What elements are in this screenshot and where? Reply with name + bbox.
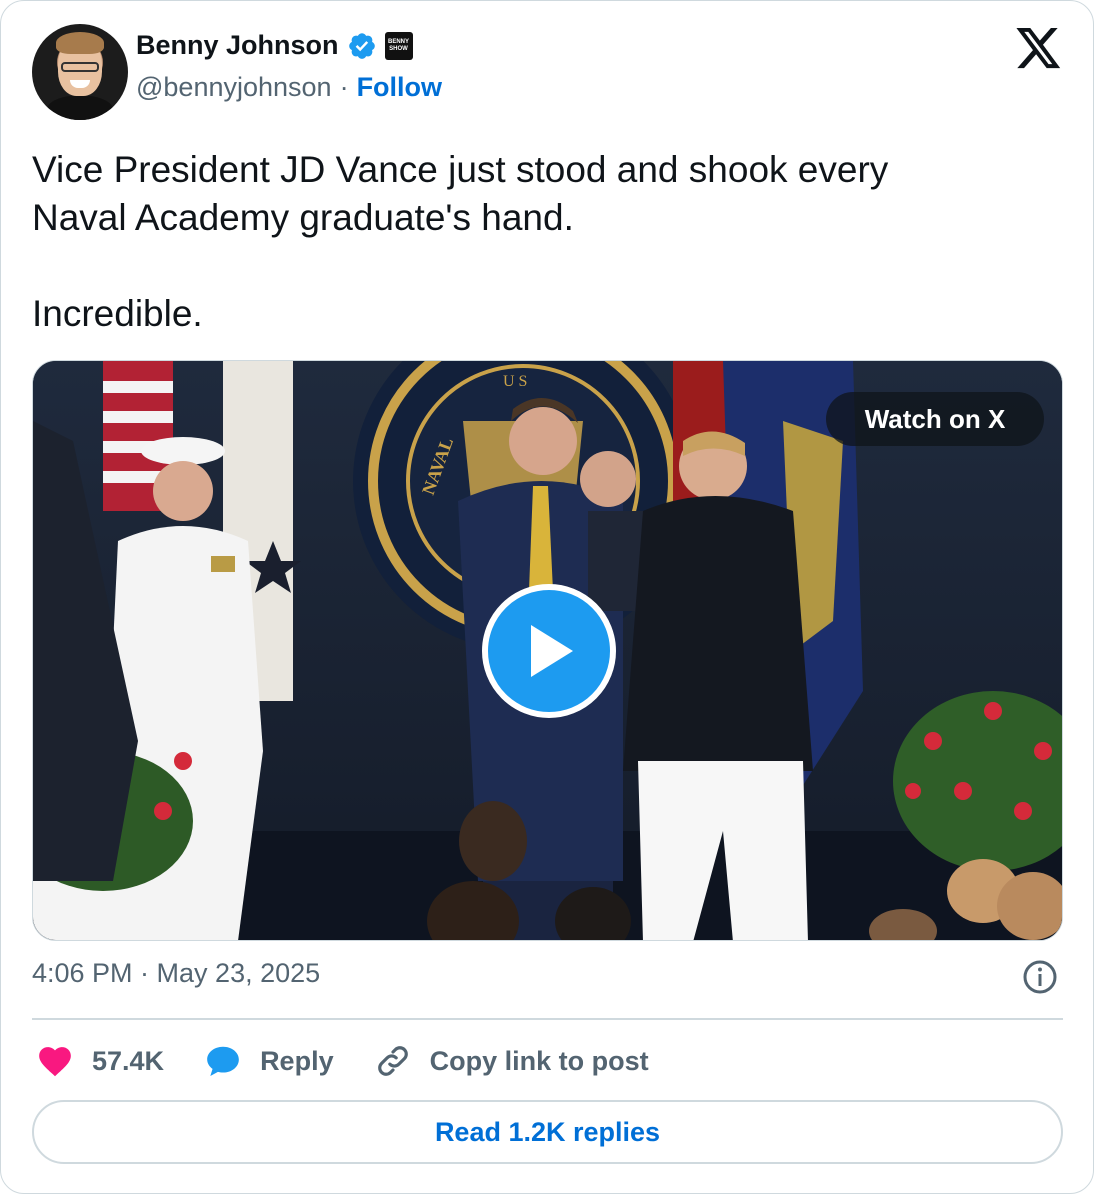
author-name-row: Benny Johnson BENNY SHOW — [136, 30, 413, 61]
x-logo-icon[interactable] — [1016, 28, 1062, 70]
play-icon — [531, 625, 573, 677]
author-name[interactable]: Benny Johnson — [136, 30, 339, 61]
seal-text-top: U S — [503, 373, 527, 390]
affiliate-badge[interactable]: BENNY SHOW — [384, 31, 413, 60]
divider — [32, 1018, 1063, 1020]
follow-link[interactable]: Follow — [357, 72, 442, 103]
reply-button[interactable]: Reply — [204, 1042, 334, 1080]
affiliate-badge-text: BENNY SHOW — [388, 38, 410, 52]
info-icon[interactable] — [1022, 959, 1058, 995]
handle-row: @bennyjohnson · Follow — [136, 72, 442, 103]
action-bar: 57.4K Reply Copy link to post — [36, 1036, 689, 1086]
tweet-timestamp[interactable]: 4:06 PM · May 23, 2025 — [32, 958, 320, 989]
verified-badge-icon — [348, 32, 375, 59]
watch-on-x-button[interactable]: Watch on X — [826, 392, 1044, 446]
copy-link-button[interactable]: Copy link to post — [374, 1042, 649, 1080]
copy-link-label: Copy link to post — [429, 1045, 649, 1076]
author-handle[interactable]: @bennyjohnson — [136, 72, 332, 103]
avatar[interactable] — [32, 24, 128, 120]
read-replies-button[interactable]: Read 1.2K replies — [32, 1100, 1063, 1164]
tweet-text: Vice President JD Vance just stood and s… — [32, 149, 889, 334]
like-button[interactable]: 57.4K — [36, 1042, 164, 1080]
reply-label: Reply — [260, 1045, 334, 1076]
link-icon — [377, 1046, 408, 1076]
like-count: 57.4K — [92, 1045, 165, 1076]
play-button[interactable] — [482, 584, 616, 718]
reply-bubble-icon — [207, 1046, 239, 1077]
heart-icon — [39, 1047, 71, 1077]
handle-separator: · — [339, 72, 349, 102]
